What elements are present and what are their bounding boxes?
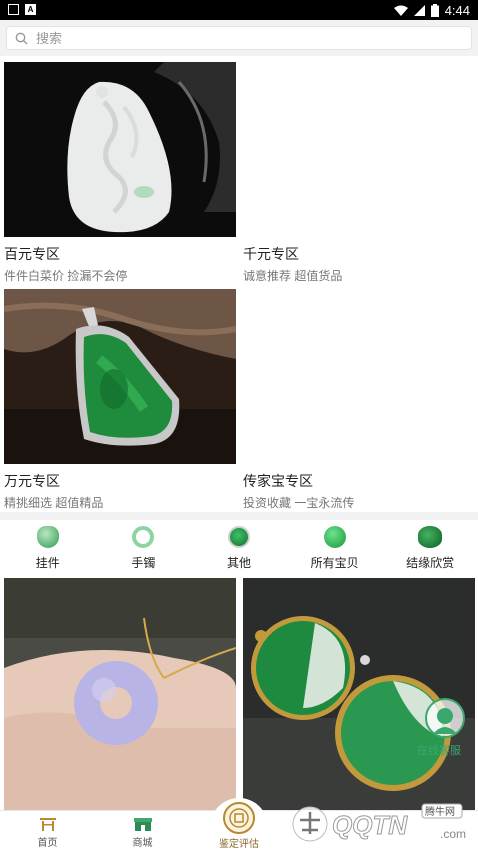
watermark-extra: .com [440,827,466,841]
category-all[interactable]: 所有宝贝 [287,520,383,576]
zone-subtitle: 精挑细选 超值精品 [4,496,104,510]
appraise-label: 鉴定评估 [219,839,259,850]
battery-icon [430,4,439,17]
gallery-item[interactable]: 在线客服 [243,578,475,810]
watermark-sub: 腾牛网 [425,805,455,818]
zone-title: 传家宝专区 [243,473,313,489]
zone-title: 万元专区 [4,473,60,489]
coin-icon [223,802,255,834]
clock: 4:44 [444,3,470,18]
gallery-image [4,578,236,810]
zone-thousand[interactable]: 千元专区 诚意推荐 超值货品 [243,62,475,287]
search-input[interactable] [36,30,436,46]
tab-mall[interactable]: 商城 [95,811,190,850]
tab-label: 商城 [132,838,153,849]
notification-icon [8,4,19,15]
watermark-text: QQTN [332,810,408,840]
zone-subtitle: 诚意推荐 超值货品 [243,269,343,283]
category-pendant[interactable]: 挂件 [0,520,96,576]
category-other[interactable]: 其他 [191,520,287,576]
zone-ten-thousand[interactable]: 万元专区 精挑细选 超值精品 [4,289,236,514]
home-icon [39,818,56,831]
jade-pendant-icon [36,526,59,548]
gallery-item[interactable] [4,578,236,810]
category-label: 其他 [226,556,251,570]
category-label: 手镯 [131,556,156,570]
zone-heirloom-image [243,289,475,464]
zone-subtitle: 件件白菜价 捡漏不会停 [4,269,128,283]
zone-title: 百元专区 [4,246,60,262]
jade-bead-icon [323,526,346,548]
category-bar: 挂件 手镯 其他 所有宝贝 结缘欣赏 [0,520,478,576]
category-label: 挂件 [35,556,60,570]
jade-stone-icon [418,526,443,548]
tab-home[interactable]: 首页 [0,811,95,850]
wifi-icon [393,5,408,16]
jade-ring-icon [227,526,250,548]
signal-icon [413,5,425,16]
search-bar [0,20,478,56]
category-label: 结缘欣赏 [406,556,455,570]
tab-label: 首页 [37,838,58,849]
search-field[interactable] [6,26,472,50]
zone-ten-thousand-image [4,289,236,464]
zone-title: 千元专区 [243,246,299,262]
zone-thousand-image [243,62,475,237]
zone-subtitle: 投资收藏 一宝永流传 [243,496,355,510]
zone-heirloom[interactable]: 传家宝专区 投资收藏 一宝永流传 [243,289,475,514]
gallery-image [243,578,475,810]
section-divider [0,512,478,520]
app-notification-icon: A [25,4,36,15]
online-service-label: 在线客服 [417,745,461,757]
zone-hundred[interactable]: 百元专区 件件白菜价 捡漏不会停 [4,62,236,287]
zone-hundred-image [4,62,236,237]
category-label: 所有宝贝 [310,556,359,570]
mall-icon [133,818,152,831]
watermark: QQTN 腾牛网 .com [290,800,476,846]
online-service-badge[interactable] [425,698,465,738]
category-appreciation[interactable]: 结缘欣赏 [382,520,478,576]
jade-bangle-icon [132,526,155,548]
service-avatar-icon [433,708,457,734]
status-bar: A 4:44 [0,0,478,20]
search-icon [15,32,28,44]
category-bangle[interactable]: 手镯 [96,520,192,576]
appraise-button[interactable]: 鉴定评估 [210,798,268,850]
